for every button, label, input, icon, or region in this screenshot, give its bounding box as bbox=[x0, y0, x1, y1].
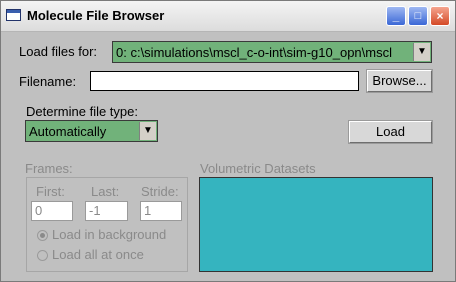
load-all-radio[interactable] bbox=[37, 250, 48, 261]
maximize-button[interactable]: □ bbox=[408, 6, 428, 26]
last-frame-label: Last: bbox=[91, 184, 120, 199]
close-button[interactable]: × bbox=[430, 6, 450, 26]
first-frame-label: First: bbox=[36, 184, 65, 199]
first-frame-input[interactable]: 0 bbox=[31, 201, 73, 221]
stride-input[interactable]: 1 bbox=[140, 201, 182, 221]
file-type-value: Automatically bbox=[29, 124, 107, 139]
load-all-label: Load all at once bbox=[52, 247, 144, 262]
molecule-selector-value: 0: c:\simulations\mscl_c-o-int\sim-g10_o… bbox=[116, 45, 392, 60]
stride-label: Stride: bbox=[141, 184, 179, 199]
title-bar[interactable]: Molecule File Browser _ □ × bbox=[1, 1, 455, 32]
file-type-label: Determine file type: bbox=[26, 104, 138, 119]
window-title: Molecule File Browser bbox=[27, 8, 165, 23]
volumetric-datasets-label: Volumetric Datasets bbox=[200, 161, 316, 176]
filename-input[interactable] bbox=[90, 71, 359, 91]
minimize-icon: _ bbox=[392, 9, 400, 23]
last-frame-input[interactable]: -1 bbox=[85, 201, 128, 221]
load-files-for-label: Load files for: bbox=[19, 44, 98, 59]
load-background-label: Load in background bbox=[52, 227, 167, 242]
load-button[interactable]: Load bbox=[348, 120, 433, 144]
minimize-button[interactable]: _ bbox=[386, 6, 406, 26]
dropdown-arrow-icon[interactable]: ▼ bbox=[139, 122, 156, 140]
maximize-icon: □ bbox=[414, 10, 422, 22]
frames-label: Frames: bbox=[25, 161, 73, 176]
app-window-icon bbox=[6, 9, 21, 21]
volumetric-datasets-list[interactable] bbox=[199, 177, 433, 272]
load-background-radio[interactable] bbox=[37, 230, 48, 241]
browse-button[interactable]: Browse... bbox=[366, 69, 433, 93]
close-icon: × bbox=[436, 9, 444, 23]
molecule-selector[interactable]: 0: c:\simulations\mscl_c-o-int\sim-g10_o… bbox=[112, 41, 432, 63]
filename-label: Filename: bbox=[19, 74, 77, 89]
molecule-file-browser-window: Molecule File Browser _ □ × Load files f… bbox=[0, 0, 456, 282]
file-type-selector[interactable]: Automatically ▼ bbox=[25, 120, 158, 142]
dropdown-arrow-icon[interactable]: ▼ bbox=[413, 43, 430, 61]
